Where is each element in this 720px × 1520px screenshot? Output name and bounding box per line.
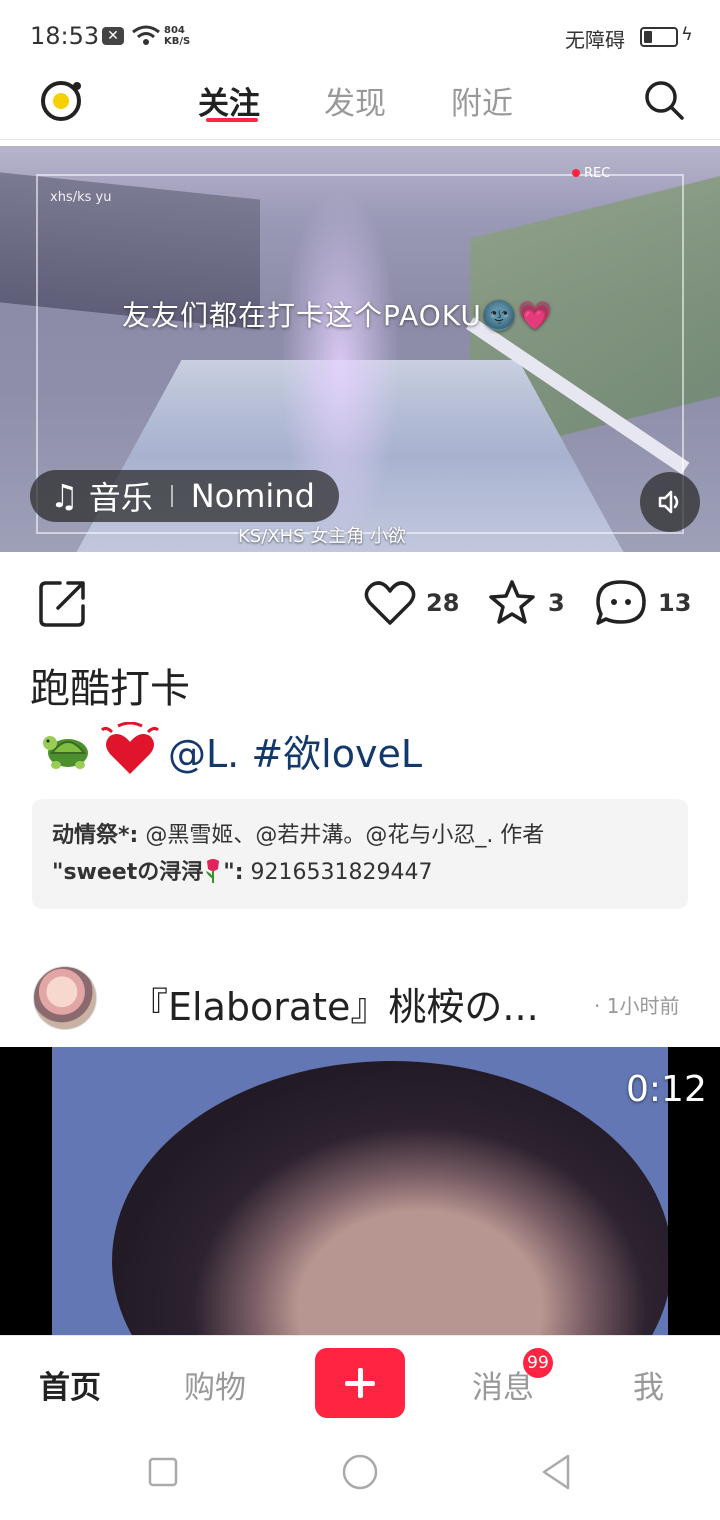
video-duration: 0:12	[626, 1069, 707, 1110]
notification-x-icon: ✕	[102, 27, 124, 45]
nav-me[interactable]: 我	[633, 1362, 664, 1407]
post2-media-video[interactable]: 0:12	[0, 1047, 720, 1335]
mention-text[interactable]: @L. #欲loveL	[168, 723, 422, 778]
nav-home[interactable]: 首页	[39, 1362, 101, 1407]
sound-toggle-button[interactable]	[640, 472, 700, 532]
back-triangle-icon[interactable]	[538, 1452, 574, 1492]
music-name: Nomind	[190, 477, 315, 515]
post2-video-frame	[52, 1047, 668, 1335]
description-code: 9216531829447	[250, 860, 433, 885]
like-count: 28	[426, 589, 460, 617]
heart-icon	[364, 581, 416, 625]
description-line-1: 动情祭*: @黑雪姬、@若井溝。@花与小忍_. 作者	[52, 817, 668, 854]
tulip-emoji-icon	[206, 859, 220, 883]
tab-nearby[interactable]: 附近	[451, 78, 513, 123]
comment-bubble-icon	[596, 580, 646, 625]
post2-video-subject	[112, 1061, 668, 1335]
post2-time: · 1小时前	[594, 994, 680, 1018]
status-bar: 18:53 ✕ 804 KB/S 无障碍 ϟ	[0, 0, 720, 72]
rec-label: REC	[584, 166, 611, 181]
avatar[interactable]	[33, 966, 97, 1030]
system-nav-bar	[0, 1430, 720, 1520]
battery-icon	[640, 27, 678, 47]
tab-discover[interactable]: 发现	[324, 78, 386, 123]
like-button[interactable]: 28	[364, 578, 459, 628]
description-line-2: "sweetの浔浔 ": 9216531829447	[52, 854, 668, 891]
camera-logo-icon[interactable]	[40, 78, 84, 122]
music-pill[interactable]: ♫ 音乐 Nomind	[30, 470, 339, 522]
network-speed: 804 KB/S	[164, 25, 190, 47]
comment-count: 13	[658, 589, 692, 617]
beating-heart-emoji-icon	[100, 722, 160, 774]
bottom-nav: 首页 购物 消息 99 我	[0, 1335, 720, 1430]
video-caption: 友友们都在打卡这个PAOKU🌚💗	[122, 299, 554, 332]
post-mention-line: @L. #欲loveL	[38, 720, 422, 780]
description-author-label: 动情祭*:	[52, 823, 139, 848]
turtle-emoji-icon	[43, 736, 88, 769]
rec-indicator: REC	[572, 166, 610, 181]
post-title: 跑酷打卡	[30, 666, 190, 712]
nav-shopping[interactable]: 购物	[184, 1362, 246, 1407]
favorite-count: 3	[548, 589, 565, 617]
watermark-bottom: KS/XHS 女主角 小欲	[238, 526, 407, 547]
post-media-video[interactable]: xhs/ks yu REC 友友们都在打卡这个PAOKU🌚💗 KS/XHS 女主…	[0, 146, 720, 552]
description-author-name: "sweetの浔浔	[52, 860, 204, 885]
description-mentions[interactable]: @黑雪姬、@若井溝。@花与小忍_. 作者	[145, 823, 544, 848]
favorite-button[interactable]: 3	[486, 578, 565, 628]
music-separator	[170, 485, 173, 507]
speaker-icon	[658, 490, 679, 514]
tab-following[interactable]: 关注	[198, 78, 260, 123]
search-icon[interactable]	[642, 78, 686, 122]
messages-badge: 99	[523, 1348, 553, 1378]
network-speed-unit: KB/S	[164, 36, 191, 47]
comment-button[interactable]: 13	[594, 578, 691, 628]
status-time: 18:53	[30, 22, 100, 50]
description-box: 动情祭*: @黑雪姬、@若井溝。@花与小忍_. 作者 "sweetの浔浔 ": 9…	[32, 799, 688, 909]
post2-title[interactable]: 『Elaborate』桃桉の...	[130, 976, 539, 1031]
description-author-close: ":	[223, 860, 244, 885]
home-circle-icon[interactable]	[340, 1452, 380, 1492]
music-label: 音乐	[88, 479, 153, 517]
wifi-icon	[132, 25, 160, 45]
accessibility-label: 无障碍	[565, 28, 625, 52]
watermark-top: xhs/ks yu	[50, 190, 112, 205]
star-icon	[489, 580, 535, 624]
top-nav: 关注 发现 附近	[0, 72, 720, 140]
add-post-button[interactable]	[315, 1348, 405, 1418]
network-speed-value: 804	[164, 25, 185, 36]
active-tab-indicator	[206, 118, 258, 122]
recents-square-icon[interactable]	[147, 1456, 179, 1488]
charging-icon: ϟ	[681, 24, 693, 45]
music-note-icon: ♫	[50, 477, 79, 515]
share-icon[interactable]	[36, 576, 90, 630]
